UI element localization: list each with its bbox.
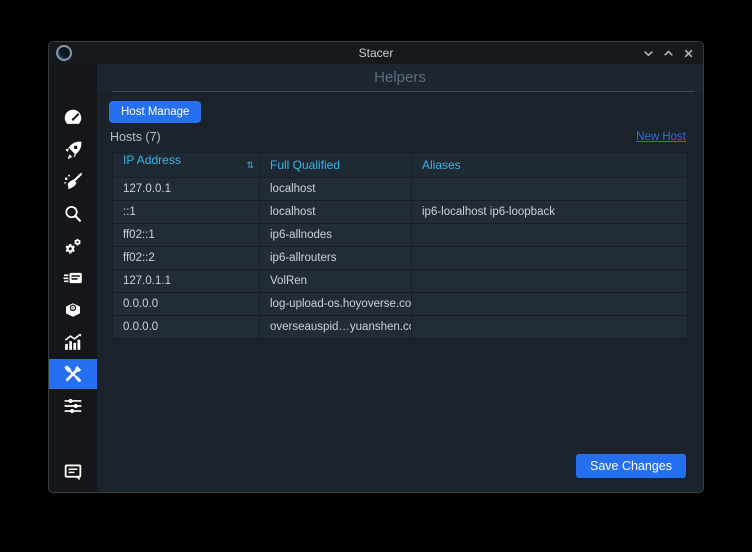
sidebar-item-system-cleaner[interactable]	[49, 167, 97, 197]
cell-ip-address[interactable]: ::1	[113, 201, 260, 224]
sidebar-item-helpers[interactable]	[49, 359, 97, 389]
table-row[interactable]: ::1 localhost ip6-localhost ip6-loopback	[113, 201, 688, 224]
sidebar-item-feedback[interactable]	[49, 457, 97, 487]
processes-icon	[62, 267, 84, 289]
cell-aliases[interactable]	[412, 247, 688, 270]
table-row[interactable]: ff02::2 ip6-allrouters	[113, 247, 688, 270]
helpers-page: Helpers Host Manage Hosts (7) New Host I…	[97, 64, 703, 492]
cell-aliases[interactable]	[412, 224, 688, 247]
cell-full-qualified[interactable]: ip6-allnodes	[260, 224, 412, 247]
tools-wrench-icon	[62, 363, 84, 385]
maximize-icon[interactable]	[663, 48, 674, 59]
cell-ip-address[interactable]: 127.0.1.1	[113, 270, 260, 293]
new-host-link[interactable]: New Host	[636, 131, 686, 143]
cell-aliases[interactable]	[412, 316, 688, 339]
sidebar-item-startup-apps[interactable]	[49, 135, 97, 165]
cell-aliases[interactable]: ip6-localhost ip6-loopback	[412, 201, 688, 224]
cell-full-qualified[interactable]: log-upload-os.hoyoverse.com	[260, 293, 412, 316]
hosts-count-label: Hosts (7)	[110, 130, 161, 144]
table-row[interactable]: 127.0.0.1 localhost	[113, 178, 688, 201]
column-header-aliases[interactable]: Aliases	[412, 153, 688, 178]
minimize-icon[interactable]	[643, 48, 654, 59]
column-header-ip[interactable]: IP Address ⇅	[113, 153, 260, 178]
cell-aliases[interactable]	[412, 293, 688, 316]
header-divider	[112, 91, 695, 92]
broom-icon	[62, 171, 84, 193]
cell-ip-address[interactable]: 127.0.0.1	[113, 178, 260, 201]
package-box-icon	[62, 299, 84, 321]
column-header-ip-label: IP Address	[123, 153, 181, 167]
cell-aliases[interactable]	[412, 270, 688, 293]
page-title: Helpers	[97, 69, 703, 86]
stacer-logo-icon	[56, 45, 72, 61]
sidebar	[49, 64, 97, 492]
sidebar-item-services[interactable]	[49, 231, 97, 261]
cell-ip-address[interactable]: 0.0.0.0	[113, 316, 260, 339]
close-icon[interactable]	[683, 48, 694, 59]
cell-aliases[interactable]	[412, 178, 688, 201]
table-header-row: IP Address ⇅ Full Qualified Aliases	[113, 153, 688, 178]
stacer-window: Stacer	[49, 42, 703, 492]
cell-ip-address[interactable]: ff02::2	[113, 247, 260, 270]
column-header-fqdn[interactable]: Full Qualified	[260, 153, 412, 178]
feedback-bubble-icon	[62, 461, 84, 483]
table-row[interactable]: ff02::1 ip6-allnodes	[113, 224, 688, 247]
cell-ip-address[interactable]: ff02::1	[113, 224, 260, 247]
sidebar-item-settings[interactable]	[49, 391, 97, 421]
cell-full-qualified[interactable]: localhost	[260, 201, 412, 224]
titlebar[interactable]: Stacer	[49, 42, 703, 64]
host-manage-button[interactable]: Host Manage	[109, 101, 201, 123]
cell-full-qualified[interactable]: ip6-allrouters	[260, 247, 412, 270]
sort-icon[interactable]: ⇅	[246, 153, 254, 177]
hosts-table-body: 127.0.0.1 localhost ::1 localhost ip6-lo…	[113, 178, 688, 339]
cell-full-qualified[interactable]: overseauspid…yuanshen.com	[260, 316, 412, 339]
sliders-icon	[62, 395, 84, 417]
sidebar-item-processes[interactable]	[49, 263, 97, 293]
cell-full-qualified[interactable]: localhost	[260, 178, 412, 201]
window-controls	[643, 42, 694, 64]
dashboard-gauge-icon	[62, 107, 84, 129]
search-icon	[62, 203, 84, 225]
sidebar-item-dashboard[interactable]	[49, 103, 97, 133]
sidebar-item-search[interactable]	[49, 199, 97, 229]
sidebar-item-uninstaller[interactable]	[49, 295, 97, 325]
cell-ip-address[interactable]: 0.0.0.0	[113, 293, 260, 316]
table-row[interactable]: 127.0.1.1 VolRen	[113, 270, 688, 293]
rocket-icon	[62, 139, 84, 161]
window-title: Stacer	[49, 46, 703, 60]
sidebar-item-resources[interactable]	[49, 327, 97, 357]
main-area: Helpers Host Manage Hosts (7) New Host I…	[49, 64, 703, 492]
gears-icon	[62, 235, 84, 257]
table-row[interactable]: 0.0.0.0 overseauspid…yuanshen.com	[113, 316, 688, 339]
table-row[interactable]: 0.0.0.0 log-upload-os.hoyoverse.com	[113, 293, 688, 316]
hosts-table: IP Address ⇅ Full Qualified Aliases 127.…	[112, 152, 688, 339]
cell-full-qualified[interactable]: VolRen	[260, 270, 412, 293]
save-changes-button[interactable]: Save Changes	[576, 454, 686, 478]
bar-chart-icon	[62, 331, 84, 353]
